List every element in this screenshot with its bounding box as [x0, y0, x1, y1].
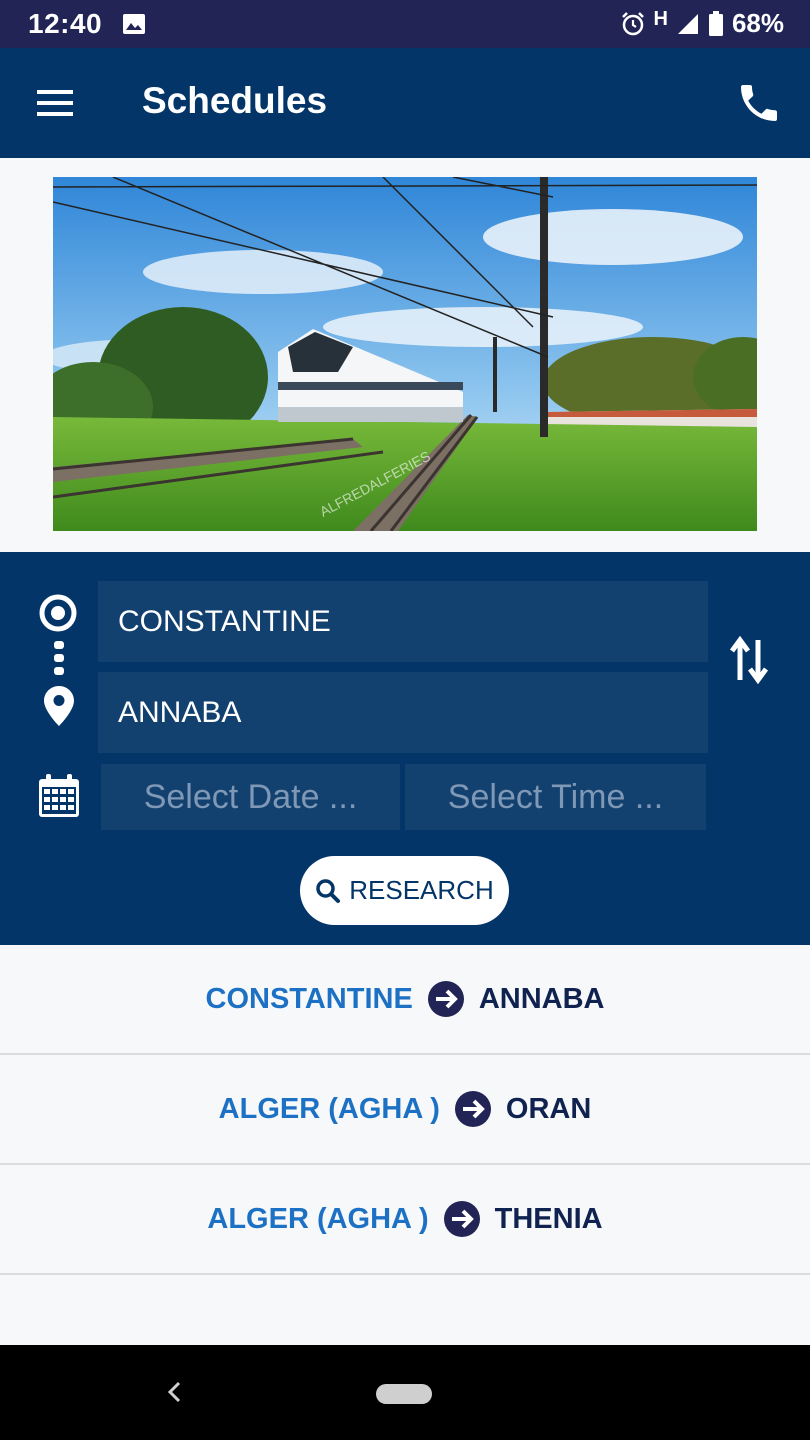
arrow-right-circle-icon: [427, 981, 464, 1017]
route-destination: ANNABA: [478, 982, 605, 1015]
hamburger-icon: [37, 90, 73, 116]
recent-routes-list: CONSTANTINE ANNABA ALGER (AGHA ) ORAN AL…: [0, 945, 810, 1275]
origin-icon: [38, 593, 78, 638]
route-destination: ORAN: [505, 1092, 592, 1125]
battery-icon: [708, 10, 724, 37]
route-item[interactable]: ALGER (AGHA ) ORAN: [0, 1055, 810, 1165]
status-time: 12:40: [28, 8, 103, 39]
route-dots-icon: [52, 640, 66, 681]
time-picker[interactable]: Select Time ...: [405, 764, 706, 830]
alarm-icon: [620, 11, 646, 37]
swap-stations-button[interactable]: [726, 634, 772, 686]
arrow-right-circle-icon: [454, 1091, 491, 1127]
swap-vertical-icon: [729, 636, 769, 684]
research-button[interactable]: RESEARCH: [300, 856, 509, 925]
app-bar: Schedules: [0, 48, 810, 158]
research-button-label: RESEARCH: [349, 875, 494, 905]
route-destination: THENIA: [494, 1202, 603, 1235]
home-button[interactable]: [376, 1384, 432, 1404]
arrow-right-circle-icon: [443, 1201, 480, 1237]
signal-icon: [676, 12, 700, 36]
date-picker[interactable]: Select Date ...: [101, 764, 400, 830]
menu-button[interactable]: [26, 78, 84, 128]
route-origin: ALGER (AGHA ): [218, 1092, 440, 1125]
page-title: Schedules: [142, 80, 328, 121]
image-notification-icon: [122, 13, 146, 40]
route-origin: ALGER (AGHA ): [207, 1202, 429, 1235]
origin-field[interactable]: CONSTANTINE: [98, 581, 708, 662]
back-button[interactable]: [160, 1377, 190, 1412]
system-nav-bar: [0, 1345, 810, 1440]
battery-percent: 68%: [731, 8, 784, 38]
route-origin: CONSTANTINE: [205, 982, 413, 1015]
back-chevron-icon: [167, 1381, 181, 1403]
destination-field[interactable]: ANNABA: [98, 672, 708, 753]
calendar-icon: [37, 773, 81, 824]
status-bar: 12:40 H 68%: [0, 0, 810, 48]
train-banner-image: ALFREDALFERIES: [53, 177, 757, 531]
phone-icon: [741, 85, 777, 121]
route-item[interactable]: CONSTANTINE ANNABA: [0, 945, 810, 1055]
call-button[interactable]: [726, 70, 792, 136]
search-icon: [316, 878, 341, 903]
banner-area: ALFREDALFERIES: [0, 158, 810, 552]
destination-pin-icon: [44, 686, 74, 731]
route-item[interactable]: ALGER (AGHA ) THENIA: [0, 1165, 810, 1275]
network-type: H: [653, 8, 668, 30]
